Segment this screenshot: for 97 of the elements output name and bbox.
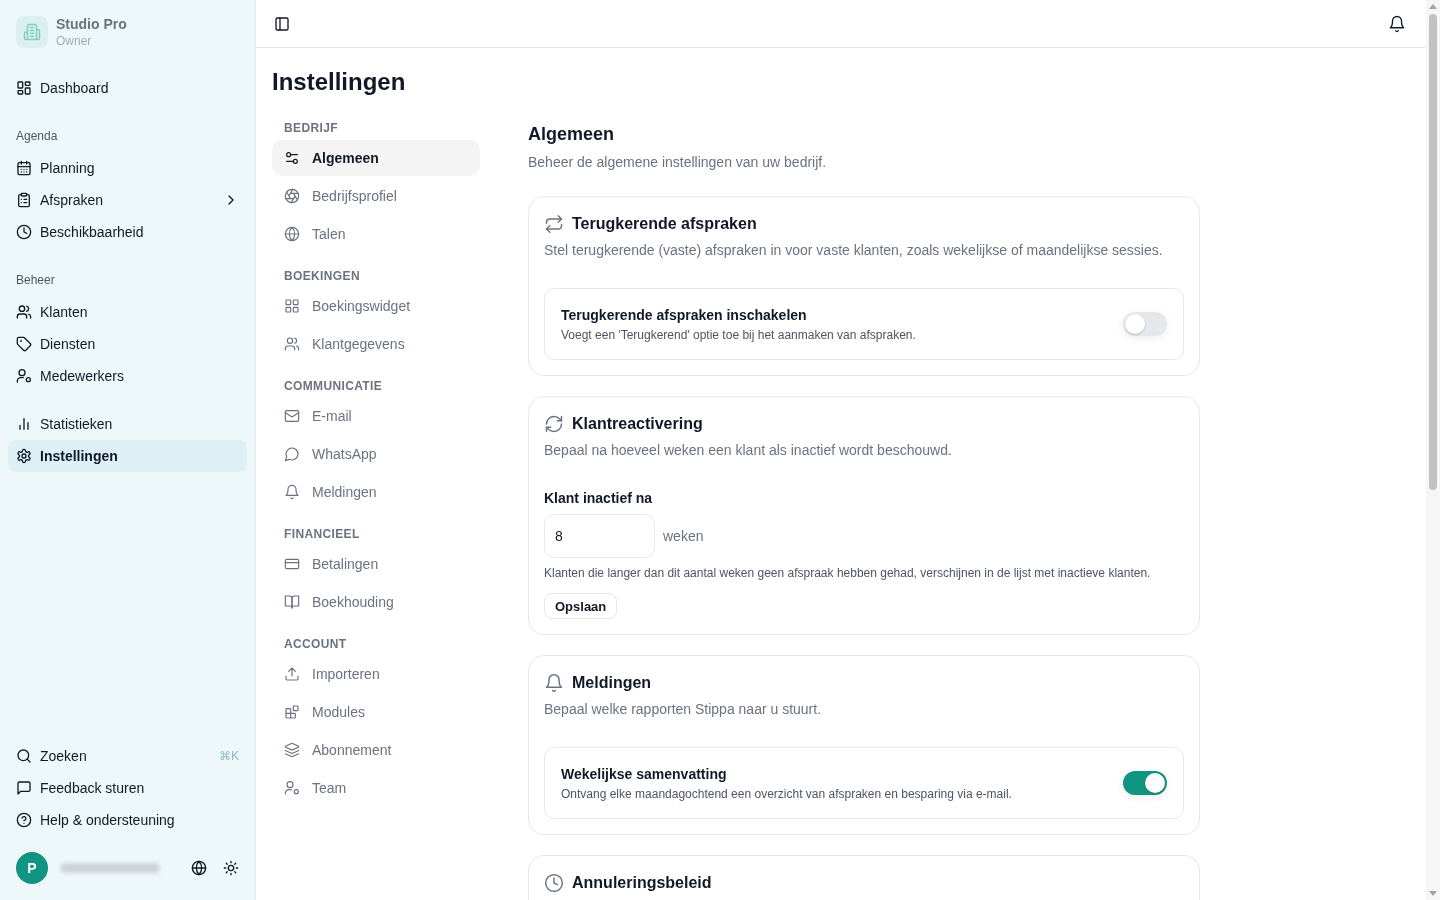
- users-icon: [284, 336, 300, 352]
- dashboard-icon: [16, 80, 32, 96]
- nav-item[interactable]: Statistieken: [8, 408, 247, 440]
- blocks-icon: [284, 704, 300, 720]
- bell-icon[interactable]: [1388, 14, 1406, 33]
- settings-icon: [16, 448, 32, 464]
- card-title: Meldingen: [572, 673, 652, 693]
- settings-nav-item[interactable]: E-mail: [272, 398, 480, 434]
- building-icon: [16, 16, 48, 48]
- chat-bubble-icon: [284, 446, 300, 462]
- nav-item[interactable]: Afspraken: [8, 184, 247, 216]
- card-title: Annuleringsbeleid: [572, 873, 712, 893]
- toggle-switch[interactable]: [1123, 771, 1167, 795]
- users-icon: [16, 304, 32, 320]
- settings-nav-item[interactable]: Team: [272, 770, 480, 806]
- setting-title: Terugkerende afspraken inschakelen: [561, 306, 808, 325]
- scrollbar[interactable]: [1426, 0, 1440, 900]
- nav-item[interactable]: Feedback sturen: [8, 772, 153, 804]
- message-icon: [16, 780, 32, 796]
- toggle-switch[interactable]: [1123, 312, 1167, 336]
- workspace-name: Studio Pro: [56, 15, 127, 33]
- nav-item[interactable]: Beschikbaarheid: [8, 216, 247, 248]
- unit-label: weken: [663, 528, 704, 544]
- globe-icon[interactable]: [191, 860, 207, 876]
- settings-nav-item[interactable]: Klantgegevens: [272, 326, 480, 362]
- settings-nav-item[interactable]: Betalingen: [272, 546, 480, 582]
- settings-nav-item[interactable]: Boekhouding: [272, 584, 480, 620]
- nav-section-label: ACCOUNT: [283, 636, 348, 652]
- page-title: Instellingen: [272, 67, 407, 97]
- help-icon: [16, 812, 32, 828]
- settings-nav-item[interactable]: Bedrijfsprofiel: [272, 178, 480, 214]
- user-role: Owner: [56, 33, 93, 49]
- settings-nav-item[interactable]: Abonnement: [272, 732, 480, 768]
- settings-nav-item[interactable]: Talen: [272, 216, 480, 252]
- field-label: Klant inactief na: [544, 489, 654, 508]
- bell-icon: [544, 673, 564, 693]
- refresh-icon: [544, 414, 564, 434]
- upload-icon: [284, 666, 300, 682]
- scrollbar-thumb[interactable]: [1429, 14, 1437, 490]
- section-description: Beheer de algemene instellingen van uw bedrijf.: [528, 153, 828, 172]
- tag-icon: [16, 336, 32, 352]
- avatar[interactable]: P: [16, 852, 48, 884]
- nav-item[interactable]: Help & ondersteuning: [8, 804, 183, 836]
- grid-icon: [284, 298, 300, 314]
- setting-description: Ontvang elke maandagochtend een overzicht van afspraken en besparing via e-mail.: [561, 786, 1012, 802]
- clipboard-icon: [16, 192, 32, 208]
- help-text: Klanten die langer dan dit aantal weken geen afspraak hebben gehad, verschijnen in de lijst met inactieve klanten.: [544, 565, 1152, 581]
- nav-item[interactable]: Zoeken: [8, 740, 95, 772]
- nav-item[interactable]: Planning: [8, 152, 247, 184]
- setting-title: Wekelijkse samenvatting: [561, 765, 728, 784]
- repeat-icon: [544, 214, 564, 234]
- search-icon: [16, 748, 32, 764]
- credit-card-icon: [284, 556, 300, 572]
- clock-icon: [16, 224, 32, 240]
- calendar-icon: [16, 160, 32, 176]
- nav-section-label: COMMUNICATIE: [283, 378, 384, 394]
- bell-icon: [284, 484, 300, 500]
- clock-icon: [544, 873, 564, 893]
- card-title: Terugkerende afspraken: [572, 214, 757, 234]
- mail-icon: [284, 408, 300, 424]
- save-button[interactable]: Opslaan: [544, 593, 618, 619]
- setting-description: Voegt een 'Terugkerend' optie toe bij het aanmaken van afspraken.: [561, 327, 916, 343]
- number-input[interactable]: 8: [544, 514, 655, 558]
- user-icon: [284, 780, 300, 796]
- sun-icon[interactable]: [223, 860, 239, 876]
- book-icon: [284, 594, 300, 610]
- nav-item[interactable]: Klanten: [8, 296, 247, 328]
- nav-section-label: Beheer: [15, 272, 56, 288]
- nav-item[interactable]: Instellingen: [8, 440, 247, 472]
- nav-item[interactable]: Medewerkers: [8, 360, 247, 392]
- nav-item[interactable]: Diensten: [8, 328, 247, 360]
- card-description: Bepaal na hoeveel weken een klant als inactief wordt beschouwd.: [544, 441, 953, 460]
- bar-chart-icon: [16, 416, 32, 432]
- card-title: Klantreactivering: [572, 414, 703, 434]
- user-icon: [16, 368, 32, 384]
- settings-nav-item[interactable]: Boekingswidget: [272, 288, 480, 324]
- nav-section-label: BOEKINGEN: [283, 268, 361, 284]
- panel-icon[interactable]: [274, 15, 290, 32]
- nav-section-label: FINANCIEEL: [283, 526, 361, 542]
- card-description: Stel terugkerende (vaste) afspraken in voor vaste klanten, zoals wekelijkse of maandelijkse sessies.: [544, 241, 1164, 260]
- layers-icon: [284, 742, 300, 758]
- shortcut-hint: ⌘K: [219, 749, 240, 763]
- down-triangle-icon[interactable]: [1429, 891, 1437, 896]
- up-triangle-icon[interactable]: [1429, 4, 1437, 9]
- settings-nav-item[interactable]: Meldingen: [272, 474, 480, 510]
- card-description: Bepaal welke rapporten Stippa naar u stuurt.: [544, 700, 823, 719]
- nav-item[interactable]: Dashboard: [8, 72, 247, 104]
- aperture-icon: [284, 188, 300, 204]
- settings-nav-item[interactable]: WhatsApp: [272, 436, 480, 472]
- section-title: Algemeen: [528, 123, 616, 146]
- settings-nav-item[interactable]: Modules: [272, 694, 480, 730]
- settings-nav-item[interactable]: Importeren: [272, 656, 480, 692]
- sliders-icon: [284, 150, 300, 166]
- globe-icon: [284, 226, 300, 242]
- settings-nav-item[interactable]: Algemeen: [272, 140, 480, 176]
- nav-section-label: BEDRIJF: [283, 120, 339, 136]
- nav-section-label: Agenda: [15, 128, 59, 144]
